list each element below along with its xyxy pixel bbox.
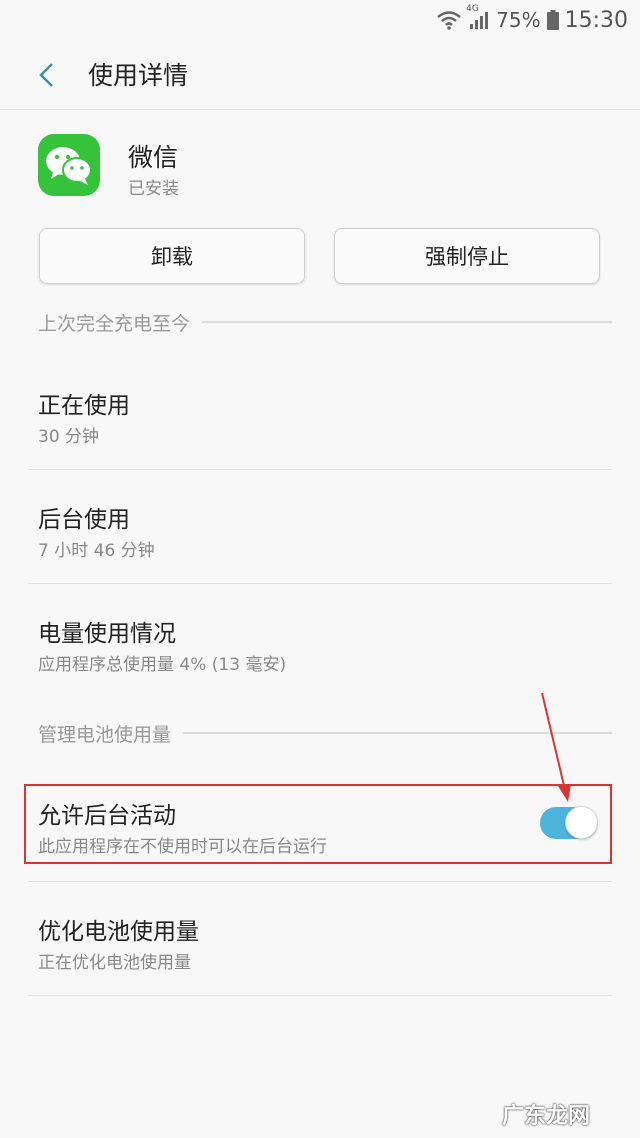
back-arrow-icon bbox=[39, 63, 53, 87]
page-title: 使用详情 bbox=[88, 61, 189, 90]
back-button[interactable] bbox=[26, 54, 66, 96]
item-title: 电量使用情况 bbox=[38, 621, 176, 647]
app-install-status: 已安装 bbox=[128, 179, 179, 199]
list-item-background-usage[interactable]: 后台使用 7 小时 46 分钟 bbox=[28, 470, 612, 584]
clock: 15:30 bbox=[564, 7, 628, 33]
item-subtitle: 30 分钟 bbox=[38, 427, 100, 447]
watermark: 广东龙网 bbox=[502, 1104, 591, 1129]
section-label: 上次完全充电至今 bbox=[38, 312, 191, 335]
annotation-arrow-icon bbox=[541, 692, 571, 802]
item-subtitle: 7 小时 46 分钟 bbox=[38, 541, 155, 561]
wechat-icon bbox=[38, 134, 100, 196]
battery-icon bbox=[546, 10, 559, 30]
item-title: 正在使用 bbox=[38, 393, 130, 419]
network-type: 4G bbox=[466, 4, 479, 14]
list-item-optimize-battery[interactable]: 优化电池使用量 正在优化电池使用量 bbox=[28, 882, 612, 996]
list-item-foreground-usage[interactable]: 正在使用 30 分钟 bbox=[28, 356, 612, 470]
divider bbox=[202, 321, 612, 323]
status-bar: 4G 75% 15:30 bbox=[0, 0, 640, 40]
section-header-since-charge: 上次完全充电至今 bbox=[38, 307, 612, 337]
section-header-manage-battery: 管理电池使用量 bbox=[38, 718, 612, 748]
force-stop-button[interactable]: 强制停止 bbox=[334, 228, 600, 284]
highlight-box bbox=[24, 784, 612, 864]
item-subtitle: 正在优化电池使用量 bbox=[38, 953, 191, 973]
app-bar: 使用详情 bbox=[0, 40, 640, 110]
signal-icon: 4G bbox=[466, 4, 490, 30]
battery-percent: 75% bbox=[496, 8, 541, 32]
item-title: 优化电池使用量 bbox=[38, 919, 199, 945]
section-label: 管理电池使用量 bbox=[38, 723, 172, 746]
list-item-battery-usage[interactable]: 电量使用情况 应用程序总使用量 4% (13 毫安) bbox=[28, 584, 612, 698]
item-subtitle: 应用程序总使用量 4% (13 毫安) bbox=[38, 655, 287, 675]
app-info: 微信 已安装 bbox=[38, 130, 608, 200]
app-name: 微信 bbox=[128, 143, 179, 172]
wifi-icon bbox=[436, 10, 462, 30]
uninstall-button[interactable]: 卸载 bbox=[39, 228, 305, 284]
item-title: 后台使用 bbox=[38, 507, 130, 533]
